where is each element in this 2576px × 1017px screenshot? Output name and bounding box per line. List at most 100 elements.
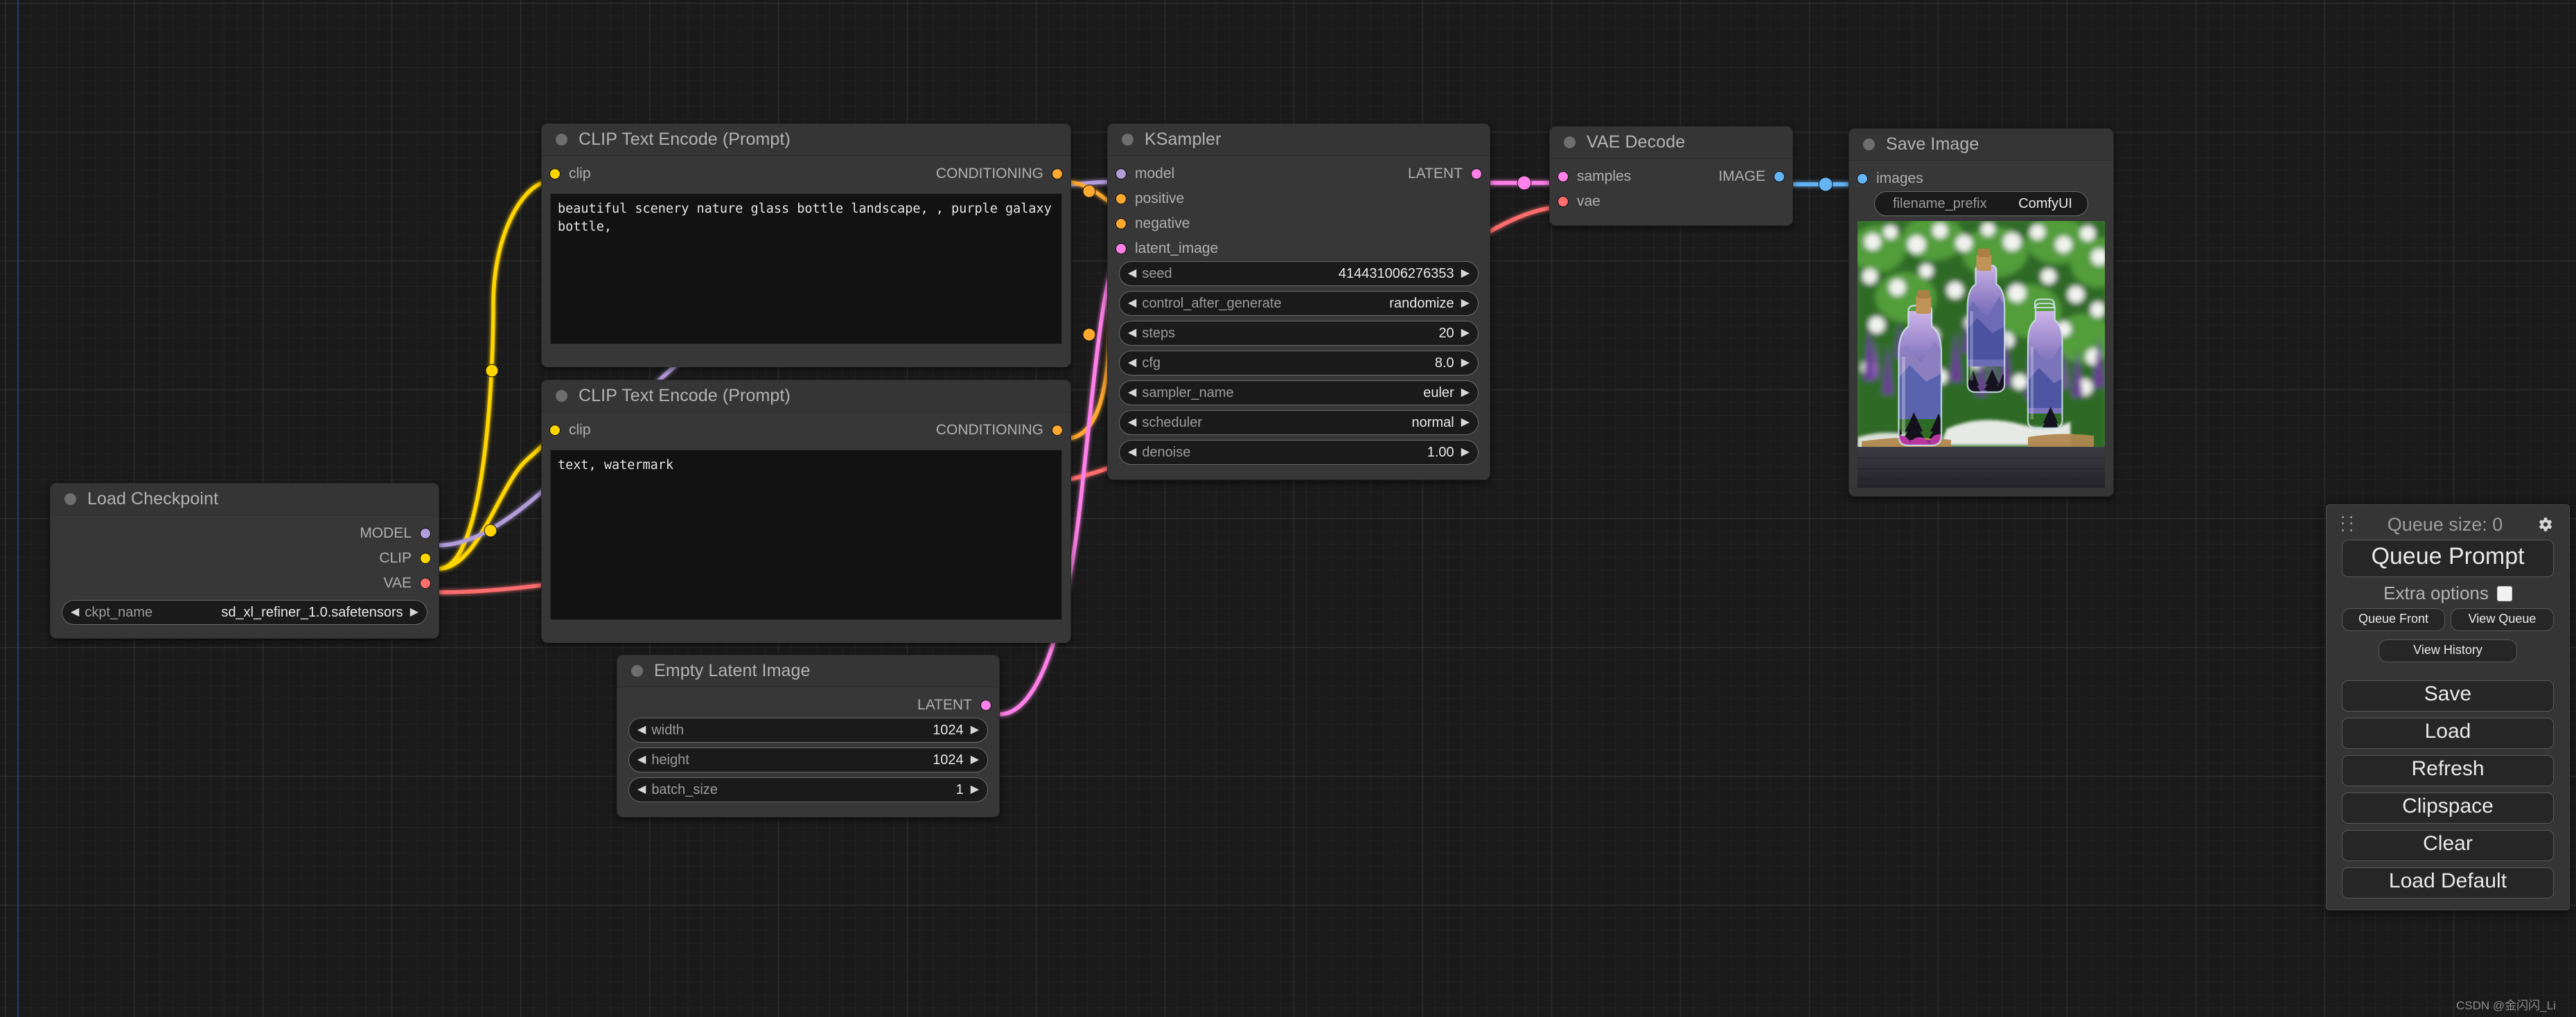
- node-clip-text-encode-negative[interactable]: CLIP Text Encode (Prompt) clip CONDITION…: [541, 380, 1071, 643]
- widget-scheduler[interactable]: ◀ scheduler normal ▶: [1119, 410, 1479, 435]
- collapse-dot-icon[interactable]: [1863, 139, 1875, 150]
- increment-arrow-icon[interactable]: ▶: [1461, 298, 1470, 309]
- widget-filename-prefix[interactable]: filename_prefix ComfyUI: [1874, 191, 2088, 216]
- decrement-arrow-icon[interactable]: ◀: [1128, 298, 1136, 309]
- widget-denoise[interactable]: ◀ denoise 1.00 ▶: [1119, 440, 1479, 465]
- input-slot-clip[interactable]: clip: [549, 161, 591, 186]
- slot-dot-clip[interactable]: [420, 553, 431, 564]
- widget-cfg[interactable]: ◀ cfg 8.0 ▶: [1119, 351, 1479, 375]
- input-slot-positive[interactable]: positive: [1115, 186, 1184, 211]
- widget-value[interactable]: euler: [1423, 385, 1454, 401]
- output-slot-vae[interactable]: VAE: [384, 571, 431, 596]
- node-title-bar[interactable]: CLIP Text Encode (Prompt): [542, 380, 1070, 412]
- slot-dot-model[interactable]: [420, 528, 431, 539]
- slot-dot-clip[interactable]: [549, 168, 561, 179]
- increment-arrow-icon[interactable]: ▶: [971, 754, 979, 766]
- comfy-menu-panel[interactable]: Queue size: 0 Queue Prompt Extra options…: [2326, 504, 2570, 910]
- collapse-dot-icon[interactable]: [1564, 136, 1576, 148]
- node-title-bar[interactable]: Load Checkpoint: [51, 484, 439, 515]
- increment-arrow-icon[interactable]: ▶: [1461, 447, 1470, 458]
- extra-options-checkbox[interactable]: [2496, 585, 2512, 601]
- input-slot-negative[interactable]: negative: [1115, 211, 1190, 236]
- decrement-arrow-icon[interactable]: ◀: [1128, 447, 1136, 458]
- output-slot-latent[interactable]: LATENT: [1408, 161, 1482, 186]
- extra-options-row[interactable]: Extra options: [2342, 583, 2554, 604]
- widget-value[interactable]: 1: [956, 782, 964, 798]
- widget-ckpt-name[interactable]: ◀ ckpt_name sd_xl_refiner_1.0.safetensor…: [62, 600, 427, 625]
- slot-dot-conditioning[interactable]: [1052, 168, 1063, 179]
- slot-dot-conditioning[interactable]: [1052, 425, 1063, 436]
- node-ksampler[interactable]: KSampler model LATENT positive negative: [1107, 123, 1490, 480]
- decrement-arrow-icon[interactable]: ◀: [637, 784, 646, 795]
- widget-value[interactable]: sd_xl_refiner_1.0.safetensors: [221, 605, 403, 621]
- output-slot-clip[interactable]: CLIP: [379, 546, 431, 571]
- widget-batch-size[interactable]: ◀ batch_size 1 ▶: [628, 777, 988, 802]
- view-queue-button[interactable]: View Queue: [2451, 608, 2554, 631]
- image-preview[interactable]: [1858, 221, 2105, 488]
- slot-dot-latent-image[interactable]: [1115, 243, 1127, 254]
- widget-value[interactable]: 1.00: [1427, 445, 1454, 461]
- prompt-textarea[interactable]: beautiful scenery nature glass bottle la…: [550, 193, 1062, 344]
- widget-value[interactable]: randomize: [1389, 296, 1454, 312]
- decrement-arrow-icon[interactable]: ◀: [1128, 268, 1136, 279]
- widget-seed[interactable]: ◀ seed 414431006276353 ▶: [1119, 261, 1479, 286]
- output-slot-conditioning[interactable]: CONDITIONING: [936, 161, 1063, 186]
- drag-handle-icon[interactable]: [2342, 516, 2354, 533]
- input-slot-clip[interactable]: clip: [549, 418, 591, 443]
- node-empty-latent-image[interactable]: Empty Latent Image LATENT ◀ width 1024 ▶…: [617, 655, 1000, 817]
- node-load-checkpoint[interactable]: Load Checkpoint MODEL CLIP VAE ◀ ckpt_na…: [50, 483, 439, 639]
- node-title-bar[interactable]: Empty Latent Image: [617, 655, 999, 687]
- queue-prompt-button[interactable]: Queue Prompt: [2342, 540, 2554, 577]
- widget-control-after-generate[interactable]: ◀ control_after_generate randomize ▶: [1119, 291, 1479, 316]
- slot-dot-latent[interactable]: [1471, 168, 1482, 179]
- collapse-dot-icon[interactable]: [556, 390, 567, 402]
- widget-value[interactable]: 8.0: [1435, 355, 1454, 371]
- widget-steps[interactable]: ◀ steps 20 ▶: [1119, 321, 1479, 346]
- refresh-button[interactable]: Refresh: [2342, 755, 2554, 786]
- slot-dot-vae[interactable]: [420, 578, 431, 589]
- increment-arrow-icon[interactable]: ▶: [971, 725, 979, 736]
- decrement-arrow-icon[interactable]: ◀: [1128, 417, 1136, 428]
- slot-dot-negative[interactable]: [1115, 218, 1127, 229]
- collapse-dot-icon[interactable]: [631, 665, 643, 677]
- output-slot-model[interactable]: MODEL: [360, 521, 431, 546]
- node-title-bar[interactable]: VAE Decode: [1550, 127, 1792, 159]
- slot-dot-latent[interactable]: [980, 700, 991, 711]
- input-slot-vae[interactable]: vae: [1558, 189, 1600, 214]
- increment-arrow-icon[interactable]: ▶: [1461, 387, 1470, 398]
- input-slot-model[interactable]: model: [1115, 161, 1174, 186]
- node-title-bar[interactable]: CLIP Text Encode (Prompt): [542, 124, 1070, 156]
- output-slot-latent[interactable]: LATENT: [917, 693, 991, 718]
- widget-width[interactable]: ◀ width 1024 ▶: [628, 718, 988, 743]
- slot-dot-samples[interactable]: [1558, 171, 1569, 182]
- node-clip-text-encode-positive[interactable]: CLIP Text Encode (Prompt) clip CONDITION…: [541, 123, 1071, 367]
- decrement-arrow-icon[interactable]: ◀: [637, 754, 646, 766]
- save-button[interactable]: Save: [2342, 680, 2554, 711]
- output-slot-image[interactable]: IMAGE: [1718, 164, 1785, 189]
- gear-icon[interactable]: [2536, 515, 2554, 533]
- clear-button[interactable]: Clear: [2342, 830, 2554, 861]
- node-title-bar[interactable]: Save Image: [1849, 129, 2113, 161]
- decrement-arrow-icon[interactable]: ◀: [1128, 387, 1136, 398]
- slot-dot-clip[interactable]: [549, 425, 561, 436]
- decrement-arrow-icon[interactable]: ◀: [1128, 357, 1136, 369]
- output-slot-conditioning[interactable]: CONDITIONING: [936, 418, 1063, 443]
- slot-dot-vae[interactable]: [1558, 196, 1569, 207]
- widget-value[interactable]: ComfyUI: [2018, 196, 2072, 212]
- increment-arrow-icon[interactable]: ▶: [1461, 268, 1470, 279]
- widget-height[interactable]: ◀ height 1024 ▶: [628, 748, 988, 772]
- input-slot-samples[interactable]: samples: [1558, 164, 1631, 189]
- input-slot-images[interactable]: images: [1857, 166, 1923, 191]
- widget-value[interactable]: 1024: [933, 752, 964, 768]
- slot-dot-model[interactable]: [1115, 168, 1127, 179]
- increment-arrow-icon[interactable]: ▶: [1461, 417, 1470, 428]
- queue-front-button[interactable]: Queue Front: [2342, 608, 2445, 631]
- increment-arrow-icon[interactable]: ▶: [971, 784, 979, 795]
- slot-dot-image[interactable]: [1774, 171, 1785, 182]
- node-save-image[interactable]: Save Image images filename_prefix ComfyU…: [1849, 128, 2114, 497]
- slot-dot-images[interactable]: [1857, 173, 1868, 184]
- load-default-button[interactable]: Load Default: [2342, 867, 2554, 899]
- collapse-dot-icon[interactable]: [556, 134, 567, 145]
- clipspace-button[interactable]: Clipspace: [2342, 793, 2554, 824]
- node-title-bar[interactable]: KSampler: [1108, 124, 1490, 156]
